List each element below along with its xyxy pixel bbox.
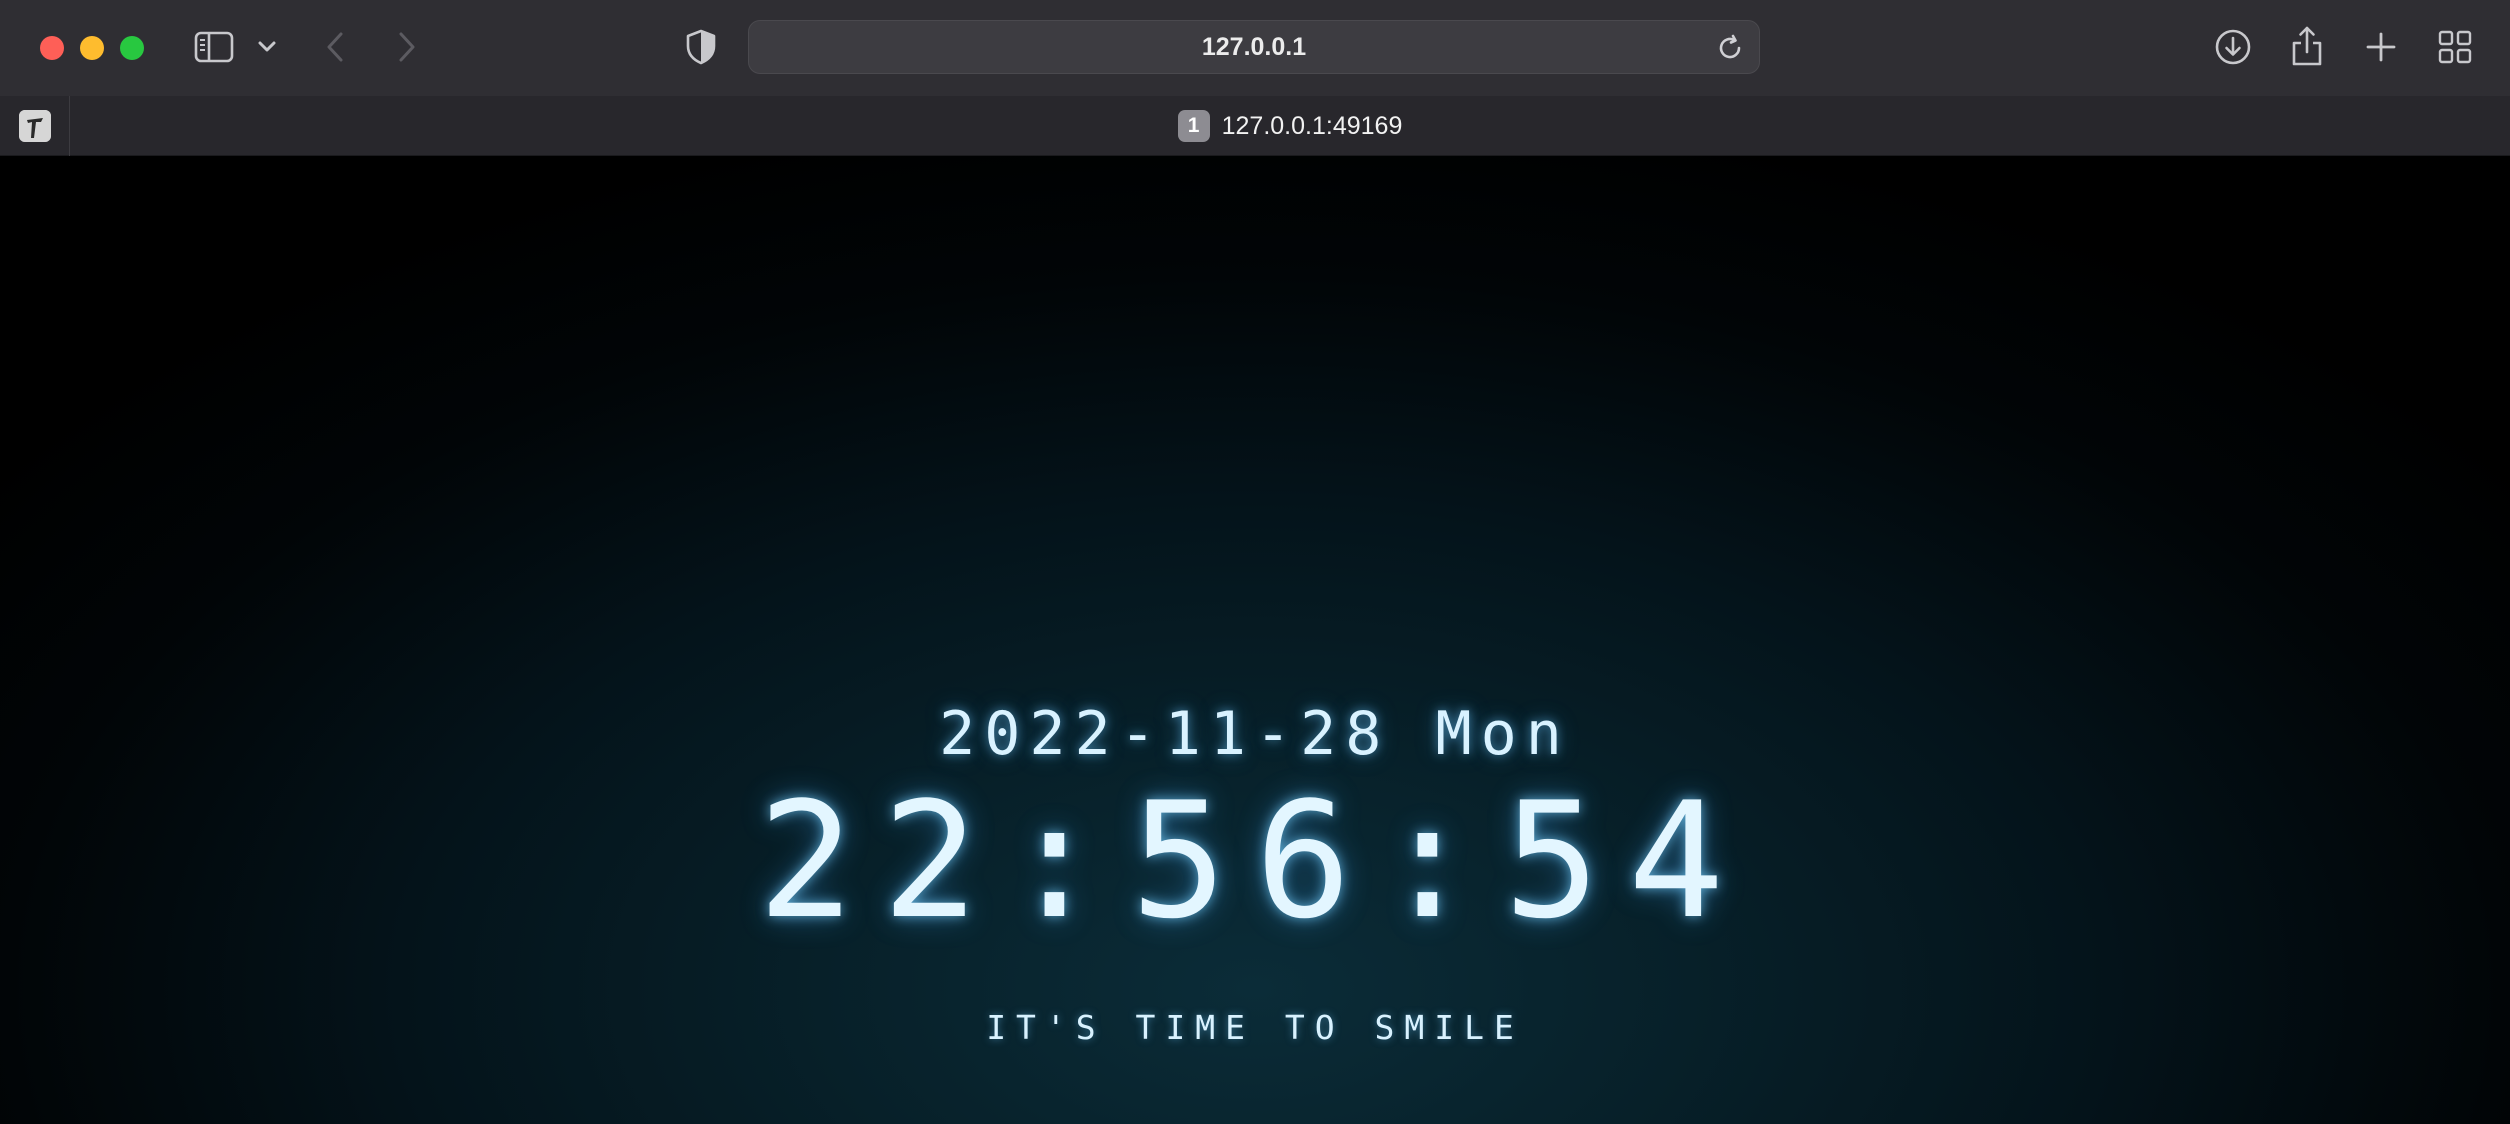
address-bar[interactable]: 127.0.0.1 xyxy=(748,20,1760,74)
sidebar-icon[interactable] xyxy=(192,28,236,66)
tab-overview-icon[interactable] xyxy=(2436,28,2474,66)
chevron-down-icon[interactable] xyxy=(254,36,280,58)
plus-icon[interactable] xyxy=(2362,28,2400,66)
pinned-tab[interactable] xyxy=(0,96,70,156)
browser-window: 127.0.0.1 1 127.0.0.1:49169 2022-11-28 M… xyxy=(0,0,2510,1124)
page-content: 2022-11-28 Mon 22:56:54 IT'S TIME TO SMI… xyxy=(0,156,2510,1124)
pinned-tab-favicon-icon xyxy=(18,110,51,142)
back-arrow-icon[interactable] xyxy=(318,28,352,66)
clock-date: 2022-11-28 Mon xyxy=(939,699,1571,769)
tab-bar: 1 127.0.0.1:49169 xyxy=(0,96,2510,156)
tab-index-badge: 1 xyxy=(1177,110,1210,142)
tab-title: 127.0.0.1:49169 xyxy=(1221,111,1403,140)
shield-icon[interactable] xyxy=(683,28,719,66)
clock-time: 22:56:54 xyxy=(757,767,1753,954)
address-bar-url[interactable]: 127.0.0.1 xyxy=(749,21,1759,73)
forward-arrow-icon[interactable] xyxy=(390,28,424,66)
active-tab[interactable]: 1 127.0.0.1:49169 xyxy=(70,96,2510,156)
close-window-button[interactable] xyxy=(40,36,64,60)
share-icon[interactable] xyxy=(2288,22,2326,70)
browser-toolbar: 127.0.0.1 xyxy=(0,0,2510,96)
minimize-window-button[interactable] xyxy=(80,36,104,60)
clock-tagline: IT'S TIME TO SMILE xyxy=(986,1008,1524,1047)
zoom-window-button[interactable] xyxy=(120,36,144,60)
reload-icon[interactable] xyxy=(1715,33,1745,63)
download-icon[interactable] xyxy=(2212,26,2254,68)
